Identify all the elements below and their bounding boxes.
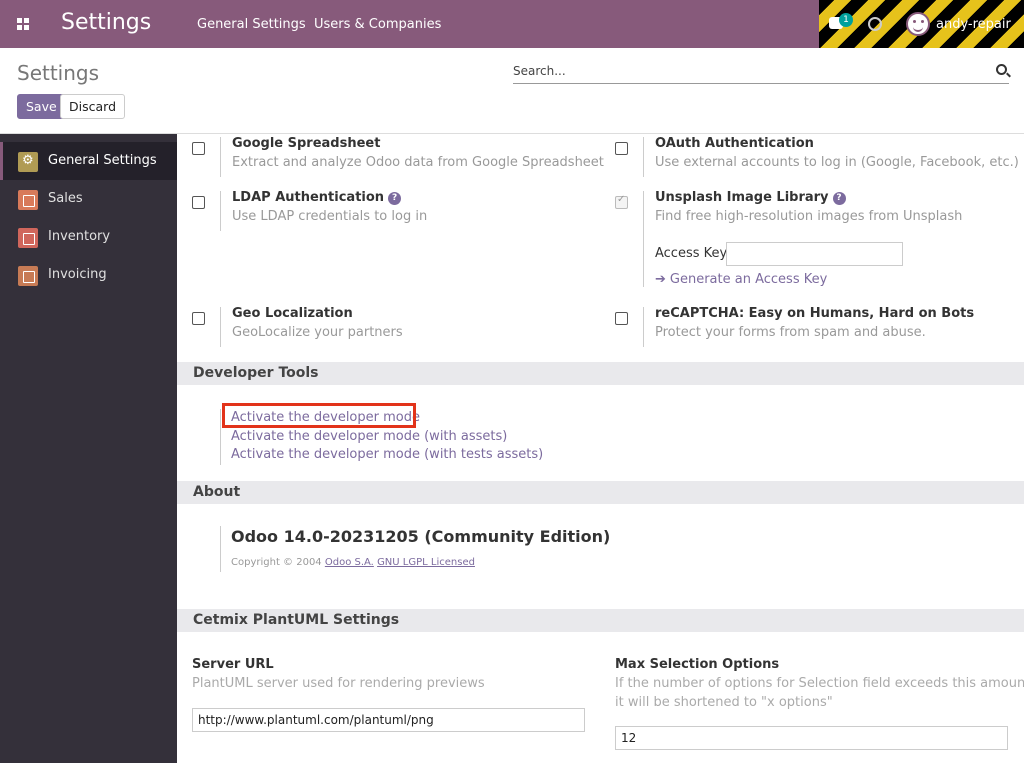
sidebar-item-sales[interactable]: Sales — [0, 180, 177, 218]
max-selection-options-title: Max Selection Options — [615, 657, 780, 672]
avatar[interactable] — [906, 12, 930, 36]
setting-title: Unsplash Image Library? — [655, 190, 846, 205]
help-icon[interactable]: ? — [832, 192, 846, 205]
save-button[interactable]: Save — [17, 94, 66, 119]
sidebar-item-invoicing[interactable]: Invoicing — [0, 256, 177, 294]
setting-title: OAuth Authentication — [655, 136, 814, 151]
google-spreadsheet-checkbox[interactable] — [192, 142, 205, 155]
ldap-checkbox[interactable] — [192, 196, 205, 209]
control-panel: Settings Save Discard — [0, 48, 1024, 134]
setting-title: Google Spreadsheet — [232, 136, 381, 151]
search-box — [513, 60, 1009, 84]
gear-icon — [18, 152, 38, 172]
access-key-input[interactable] — [726, 242, 903, 266]
menu-general-settings[interactable]: General Settings — [197, 17, 306, 32]
sidebar-item-general-settings[interactable]: General Settings — [0, 142, 177, 180]
chat-badge: 1 — [839, 13, 853, 27]
setting-desc: Find free high-resolution images from Un… — [655, 209, 963, 224]
divider — [643, 307, 644, 347]
server-url-desc: PlantUML server used for rendering previ… — [192, 676, 485, 691]
section-header-about: About — [177, 481, 1024, 504]
setting-desc: GeoLocalize your partners — [232, 325, 403, 340]
generate-access-key-link[interactable]: ➔ Generate an Access Key — [655, 272, 827, 287]
divider — [220, 409, 221, 465]
help-icon[interactable]: ? — [388, 192, 402, 205]
sidebar-item-label: Invoicing — [48, 267, 107, 282]
license-link[interactable]: GNU LGPL Licensed — [377, 557, 475, 568]
copyright-text: Copyright © 2004 Odoo S.A. GNU LGPL Lice… — [231, 557, 475, 568]
highlight-box — [222, 403, 416, 428]
max-selection-options-desc-1: If the number of options for Selection f… — [615, 676, 1024, 691]
sidebar-item-inventory[interactable]: Inventory — [0, 218, 177, 256]
discard-button[interactable]: Discard — [60, 94, 125, 119]
chart-icon — [18, 190, 38, 210]
activate-developer-mode-tests-link[interactable]: Activate the developer mode (with tests … — [231, 447, 543, 462]
geo-localization-checkbox[interactable] — [192, 312, 205, 325]
menu-users-companies[interactable]: Users & Companies — [314, 17, 441, 32]
invoice-icon — [18, 266, 38, 286]
section-header-plantuml: Cetmix PlantUML Settings — [177, 609, 1024, 632]
page-title: Settings — [17, 61, 100, 85]
server-url-input[interactable] — [192, 708, 585, 732]
server-url-title: Server URL — [192, 657, 274, 672]
settings-sidebar: General Settings Sales Inventory Invoici… — [0, 134, 177, 763]
divider — [220, 137, 221, 177]
box-icon — [18, 228, 38, 248]
search-input[interactable] — [513, 60, 983, 82]
odoo-sa-link[interactable]: Odoo S.A. — [325, 557, 374, 568]
setting-title-text: Unsplash Image Library — [655, 190, 829, 205]
search-icon[interactable] — [996, 64, 1007, 75]
odoo-version: Odoo 14.0-20231205 (Community Edition) — [231, 527, 611, 546]
recaptcha-checkbox[interactable] — [615, 312, 628, 325]
copyright-prefix: Copyright © 2004 — [231, 557, 322, 568]
access-key-label: Access Key — [655, 246, 728, 261]
generate-access-key-text: Generate an Access Key — [669, 272, 828, 287]
activity-clock-icon[interactable] — [868, 17, 882, 31]
setting-title: LDAP Authentication? — [232, 190, 402, 205]
unsplash-checkbox[interactable] — [615, 194, 628, 209]
user-name[interactable]: andy-repair — [936, 17, 1011, 32]
apps-menu-icon[interactable] — [17, 18, 29, 30]
sidebar-item-label: Sales — [48, 191, 83, 206]
section-header-developer-tools: Developer Tools — [177, 362, 1024, 385]
divider — [220, 307, 221, 347]
setting-title-text: LDAP Authentication — [232, 190, 385, 205]
divider — [643, 137, 644, 177]
sidebar-item-label: Inventory — [48, 229, 111, 244]
setting-title: Geo Localization — [232, 306, 353, 321]
arrow-right-icon: ➔ — [655, 272, 666, 287]
setting-desc: Protect your forms from spam and abuse. — [655, 325, 926, 340]
setting-desc: Use external accounts to log in (Google,… — [655, 155, 1019, 170]
sidebar-item-label: General Settings — [48, 153, 157, 168]
systray: 1 andy-repair — [819, 0, 1024, 48]
setting-desc: Use LDAP credentials to log in — [232, 209, 428, 224]
activate-developer-mode-assets-link[interactable]: Activate the developer mode (with assets… — [231, 429, 507, 444]
oauth-checkbox[interactable] — [615, 142, 628, 155]
max-selection-options-input[interactable] — [615, 726, 1008, 750]
app-brand[interactable]: Settings — [61, 10, 151, 35]
divider — [220, 526, 221, 572]
divider — [220, 191, 221, 231]
setting-desc: Extract and analyze Odoo data from Googl… — [232, 155, 604, 170]
setting-title: reCAPTCHA: Easy on Humans, Hard on Bots — [655, 306, 975, 321]
top-navbar: Settings General Settings Users & Compan… — [0, 0, 1024, 48]
settings-content: Google Spreadsheet Extract and analyze O… — [177, 134, 1024, 763]
divider — [643, 191, 644, 287]
max-selection-options-desc-2: it will be shortened to "x options" — [615, 695, 833, 710]
